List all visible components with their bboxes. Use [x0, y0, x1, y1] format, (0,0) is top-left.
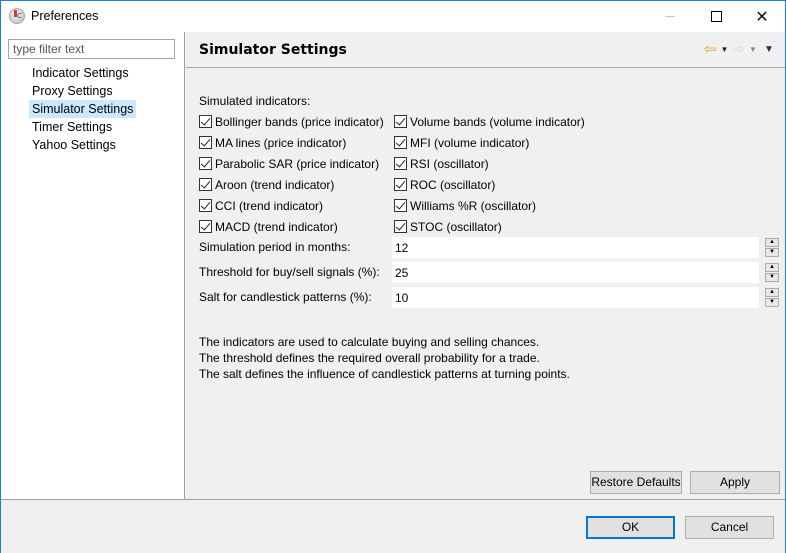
- back-arrow-icon[interactable]: ⇦: [704, 42, 717, 57]
- threshold-spinner: ▲ ▼: [765, 263, 779, 282]
- checkbox-rsi[interactable]: RSI (oscillator): [394, 153, 594, 174]
- close-icon: ✕: [755, 7, 769, 26]
- checkbox-checked-icon[interactable]: [394, 220, 407, 233]
- java-app-icon: [9, 8, 25, 24]
- preferences-tree: Indicator Settings Proxy Settings Simula…: [29, 64, 137, 154]
- simulation-period-label: Simulation period in months:: [199, 240, 351, 254]
- salt-row: Salt for candlestick patterns (%): ▲ ▼: [199, 287, 781, 308]
- checkbox-aroon[interactable]: Aroon (trend indicator): [199, 174, 394, 195]
- simulation-period-spinner: ▲ ▼: [765, 238, 779, 257]
- minimize-button[interactable]: [647, 1, 693, 32]
- title-bar: Preferences ✕: [1, 1, 785, 32]
- threshold-input[interactable]: [392, 262, 759, 283]
- salt-input[interactable]: [392, 287, 759, 308]
- checkbox-volume-bands[interactable]: Volume bands (volume indicator): [394, 111, 594, 132]
- checkbox-mfi[interactable]: MFI (volume indicator): [394, 132, 594, 153]
- checkbox-ma-lines[interactable]: MA lines (price indicator): [199, 132, 394, 153]
- page-header: Simulator Settings ⇦ ▼ ⇨ ▼ ▼: [186, 32, 785, 68]
- simulation-period-row: Simulation period in months: ▲ ▼: [199, 237, 781, 258]
- dialog-button-bar: OK Cancel: [1, 499, 785, 553]
- forward-history-dropdown-icon: ▼: [749, 44, 757, 54]
- forward-arrow-icon: ⇨: [732, 40, 745, 58]
- maximize-icon: [710, 11, 722, 22]
- page-navigation-toolbar: ⇦ ▼ ⇨ ▼ ▼: [704, 40, 777, 58]
- back-history-dropdown-icon[interactable]: ▼: [718, 45, 730, 54]
- checkbox-roc[interactable]: ROC (oscillator): [394, 174, 594, 195]
- checkbox-checked-icon[interactable]: [394, 178, 407, 191]
- simulated-indicators-label: Simulated indicators:: [199, 94, 311, 108]
- tree-item-proxy-settings[interactable]: Proxy Settings: [29, 82, 136, 100]
- salt-spinner: ▲ ▼: [765, 288, 779, 307]
- simulation-period-input[interactable]: [392, 237, 759, 258]
- checkbox-checked-icon[interactable]: [199, 115, 212, 128]
- filter-input[interactable]: [8, 39, 175, 59]
- checkbox-checked-icon[interactable]: [199, 199, 212, 212]
- restore-defaults-button[interactable]: Restore Defaults: [590, 471, 682, 494]
- window-title: Preferences: [31, 9, 99, 23]
- apply-button[interactable]: Apply: [690, 471, 780, 494]
- checkbox-checked-icon[interactable]: [394, 115, 407, 128]
- indicator-checkbox-grid: Bollinger bands (price indicator) Volume…: [199, 111, 594, 237]
- view-menu-icon[interactable]: ▼: [761, 44, 777, 55]
- spin-up-icon[interactable]: ▲: [765, 238, 779, 247]
- checkbox-williams-r[interactable]: Williams %R (oscillator): [394, 195, 594, 216]
- checkbox-checked-icon[interactable]: [394, 157, 407, 170]
- spin-down-icon[interactable]: ▼: [765, 273, 779, 282]
- spin-down-icon[interactable]: ▼: [765, 248, 779, 257]
- help-line: The indicators are used to calculate buy…: [199, 335, 540, 349]
- tree-item-yahoo-settings[interactable]: Yahoo Settings: [29, 136, 136, 154]
- checkbox-checked-icon[interactable]: [394, 199, 407, 212]
- checkbox-cci[interactable]: CCI (trend indicator): [199, 195, 394, 216]
- checkbox-checked-icon[interactable]: [199, 136, 212, 149]
- help-text: The indicators are used to calculate buy…: [199, 334, 570, 382]
- page-title: Simulator Settings: [199, 42, 347, 58]
- minimize-icon: [665, 16, 675, 17]
- preferences-window: Preferences ✕ Indicator Settings Proxy S…: [0, 0, 786, 553]
- checkbox-macd[interactable]: MACD (trend indicator): [199, 216, 394, 237]
- spin-up-icon[interactable]: ▲: [765, 288, 779, 297]
- tree-item-timer-settings[interactable]: Timer Settings: [29, 118, 136, 136]
- spin-down-icon[interactable]: ▼: [765, 298, 779, 307]
- threshold-row: Threshold for buy/sell signals (%): ▲ ▼: [199, 262, 781, 283]
- preferences-tree-pane: Indicator Settings Proxy Settings Simula…: [1, 32, 185, 499]
- checkbox-checked-icon[interactable]: [199, 157, 212, 170]
- help-line: The salt defines the influence of candle…: [199, 367, 570, 381]
- checkbox-stoc[interactable]: STOC (oscillator): [394, 216, 594, 237]
- threshold-label: Threshold for buy/sell signals (%):: [199, 265, 380, 279]
- ok-button[interactable]: OK: [586, 516, 675, 539]
- tree-item-indicator-settings[interactable]: Indicator Settings: [29, 64, 136, 82]
- close-button[interactable]: ✕: [739, 1, 785, 32]
- preference-page: Simulator Settings ⇦ ▼ ⇨ ▼ ▼ Simulated i…: [186, 32, 785, 499]
- spin-up-icon[interactable]: ▲: [765, 263, 779, 272]
- tree-item-simulator-settings[interactable]: Simulator Settings: [29, 100, 137, 118]
- checkbox-checked-icon[interactable]: [394, 136, 407, 149]
- checkbox-checked-icon[interactable]: [199, 220, 212, 233]
- checkbox-bollinger-bands[interactable]: Bollinger bands (price indicator): [199, 111, 394, 132]
- help-line: The threshold defines the required overa…: [199, 351, 540, 365]
- checkbox-parabolic-sar[interactable]: Parabolic SAR (price indicator): [199, 153, 394, 174]
- cancel-button[interactable]: Cancel: [685, 516, 774, 539]
- maximize-button[interactable]: [693, 1, 739, 32]
- checkbox-checked-icon[interactable]: [199, 178, 212, 191]
- salt-label: Salt for candlestick patterns (%):: [199, 290, 372, 304]
